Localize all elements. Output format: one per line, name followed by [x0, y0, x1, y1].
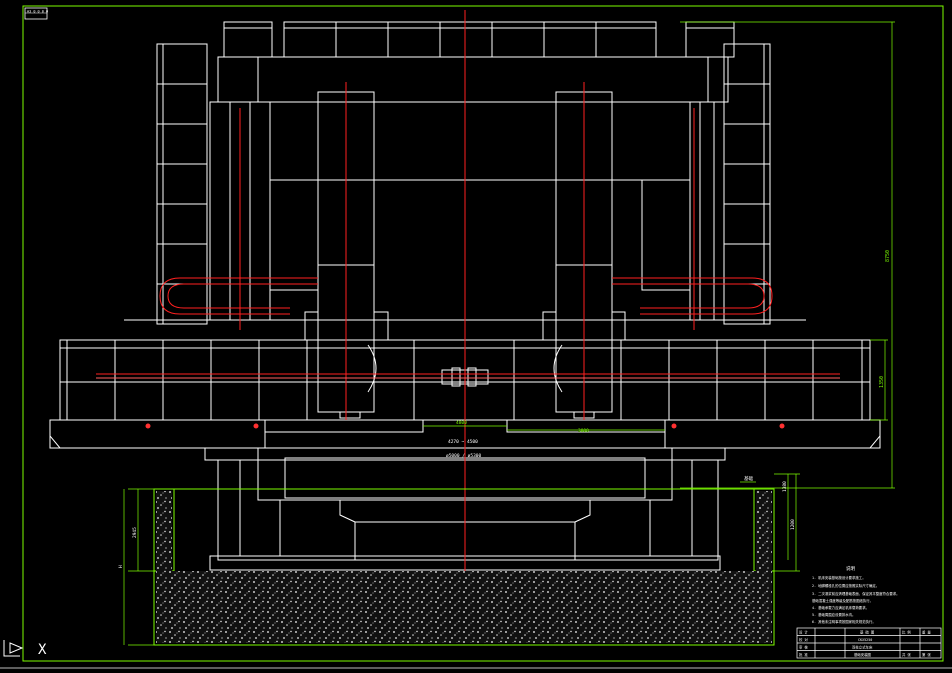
- note-line-4: 基础混凝土强度等级及配筋按图纸执行。: [812, 598, 873, 603]
- dim-pit-right: 1200: [790, 519, 796, 530]
- tb-r1-c4: 比 例: [902, 630, 911, 635]
- note-line-5: 4. 基础承载力应满足机床载荷要求。: [812, 605, 869, 610]
- notes-title: 说明: [846, 565, 855, 572]
- tb-r4-c4: 共 张: [902, 652, 911, 657]
- notes-block: 说明 1. 机床安装基础按设计要求施工。 2. 地脚螺栓孔的位置应按照实际尺寸确…: [812, 565, 900, 624]
- dim-left-h: H: [118, 565, 124, 568]
- dim-table-span: 4270 ~ 4500: [448, 439, 478, 445]
- label-pit: 基础: [744, 475, 753, 482]
- note-line-6: 5. 基础周围应设置排水沟。: [812, 612, 855, 617]
- centerlines: [96, 10, 840, 640]
- tb-r4-c5: 第 张: [922, 652, 931, 657]
- corner-stamp: A3 0 0 0 0: [24, 7, 48, 20]
- ucs-icon: [3, 640, 24, 657]
- cad-drawing: A3 0 0 0 0 8750 1350 4800 3000 4270 ~ 45…: [0, 5, 952, 669]
- dim-crossbeam-height: 1350: [879, 376, 885, 388]
- tb-r4-c3: 基础安装图: [854, 652, 872, 657]
- note-line-1: 1. 机床安装基础按设计要求施工。: [812, 575, 866, 580]
- drawing-border: [0, 5, 952, 669]
- dim-base-right: 1380: [782, 481, 788, 492]
- tb-r3-c3: 双柱立式车床: [852, 645, 873, 650]
- dim-right-width: 3000: [578, 428, 589, 434]
- stamp-text: A3 0 0 0 0: [27, 10, 48, 14]
- concrete-fill: [156, 491, 772, 643]
- crosshair-x-label: X: [38, 642, 47, 658]
- dim-table-width: 4800: [456, 420, 467, 426]
- dim-pit-depth: 2945: [132, 527, 138, 538]
- tb-r1-c5: 重 量: [922, 630, 931, 635]
- tb-r2-c3: CKX5250: [858, 638, 872, 642]
- title-block: 设 计 基 础 图 比 例 重 量 校 对 CKX5250 审 核 双柱立式车床…: [796, 627, 942, 659]
- note-line-2: 2. 地脚螺栓孔的位置应按照实际尺寸确定。: [812, 583, 879, 588]
- tb-r2-c1: 校 对: [799, 637, 808, 642]
- note-line-7: 6. 其他未注明事项按国家相关规范执行。: [812, 619, 876, 624]
- tb-r1-c1: 设 计: [799, 630, 808, 635]
- tb-r3-c1: 审 核: [799, 645, 808, 650]
- tb-r1-c3: 基 础 图: [860, 630, 875, 635]
- dim-table-dia: ø5000 / ø5300: [446, 453, 482, 459]
- dim-overall-height: 8750: [885, 250, 891, 262]
- dimension-texts: 8750 1350 4800 3000 4270 ~ 4500 ø5000 / …: [118, 250, 891, 568]
- tb-r4-c1: 批 准: [799, 652, 808, 657]
- note-line-3: 3. 二次灌浆前应清理基础表面，保证其平整度符合要求。: [812, 591, 900, 596]
